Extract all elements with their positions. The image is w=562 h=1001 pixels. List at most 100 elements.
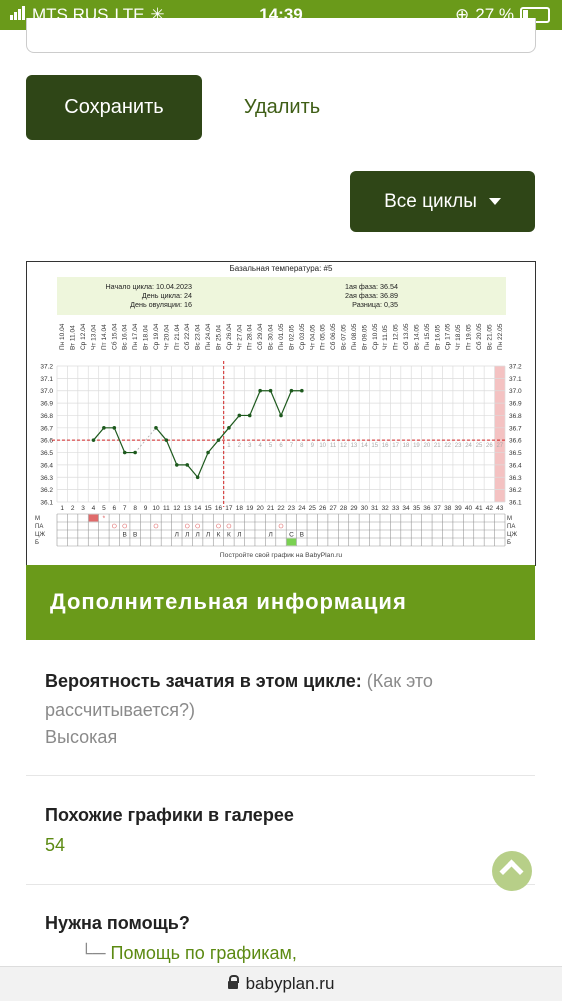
intercourse-mark xyxy=(122,523,128,529)
temperature-point xyxy=(300,388,304,393)
chart-title: Базальная температура: #5 xyxy=(230,264,333,273)
date-tick-label: Сб 13.05 xyxy=(402,323,410,350)
scroll-top-button[interactable] xyxy=(492,851,532,891)
day-number-label: 42 xyxy=(486,505,494,512)
intercourse-mark xyxy=(226,523,232,529)
day-number-label: 33 xyxy=(392,505,400,512)
delete-button[interactable]: Удалить xyxy=(222,75,342,140)
day-number-label: 22 xyxy=(277,505,285,512)
bbt-chart[interactable]: Базальная температура: #5 Начало цикла: 1… xyxy=(26,261,536,566)
day-number-label: 9 xyxy=(144,505,148,512)
post-ovulation-day-label: 8 xyxy=(300,443,304,449)
day-number-label: 32 xyxy=(382,505,390,512)
day-number-label: 31 xyxy=(371,505,379,512)
date-tick-label: Сб 29.04 xyxy=(256,323,264,350)
temperature-point xyxy=(195,475,200,480)
y-tick-label-right: 36.2 xyxy=(509,487,522,494)
intercourse-mark xyxy=(184,523,190,529)
day-number-label: 7 xyxy=(123,505,127,512)
post-ovulation-day-label: 5 xyxy=(269,443,273,449)
date-tick-label: Вт 18.04 xyxy=(143,324,150,350)
date-tick-label: Вс 14.05 xyxy=(413,324,420,350)
y-tick-label-right: 36.9 xyxy=(509,401,522,408)
intercourse-mark xyxy=(216,523,221,529)
temperature-point xyxy=(279,413,283,418)
post-ovulation-day-label: 3 xyxy=(248,443,252,449)
mucus-mark: В xyxy=(300,531,304,538)
form-card-bottom xyxy=(26,18,536,53)
day-number-label: 28 xyxy=(340,505,348,512)
post-ovulation-day-label: 26 xyxy=(486,443,493,449)
y-tick-label: 36.3 xyxy=(40,475,53,482)
day-number-label: 30 xyxy=(361,505,369,512)
help-charts-link[interactable]: Помощь по графикам, xyxy=(111,943,297,963)
temperature-point xyxy=(164,438,169,442)
mucus-mark: Л xyxy=(185,531,189,538)
post-ovulation-day-label: 1 xyxy=(227,443,231,449)
day-number-label: 1 xyxy=(60,505,64,512)
all-cycles-dropdown[interactable]: Все циклы xyxy=(350,171,535,232)
temperature-point xyxy=(175,463,179,467)
url-domain: babyplan.ru xyxy=(245,974,335,993)
mucus-mark: Л xyxy=(237,531,241,538)
mucus-mark: Л xyxy=(196,531,200,538)
day-number-label: 18 xyxy=(236,505,244,512)
day-number-label: 5 xyxy=(102,505,106,512)
date-tick-label: Пт 28.04 xyxy=(247,324,254,350)
temperature-point xyxy=(268,388,273,393)
date-tick-label: Ср 26.04 xyxy=(226,323,233,350)
temperature-point xyxy=(133,450,137,455)
post-ovulation-day-label: 7 xyxy=(290,443,294,449)
post-ovulation-day-label: 27 xyxy=(496,443,503,449)
test-mark xyxy=(286,538,297,546)
day-number-label: 4 xyxy=(92,505,96,512)
url-bar[interactable]: babyplan.ru xyxy=(0,966,562,1001)
y-tick-label-right: 37.1 xyxy=(509,376,522,383)
day-number-label: 8 xyxy=(133,505,137,512)
temperature-point xyxy=(91,438,96,442)
day-number-label: 20 xyxy=(257,505,265,512)
y-tick-label-right: 36.4 xyxy=(509,462,522,469)
day-number-label: 6 xyxy=(112,505,116,512)
temperature-point xyxy=(227,426,231,430)
y-tick-label-right: 37.2 xyxy=(509,364,522,371)
chart-info-left: День овуляции: 16 xyxy=(130,300,192,309)
date-tick-label: Чт 11.05 xyxy=(382,325,389,350)
day-number-label: 17 xyxy=(225,505,233,512)
help-link-row: └─ Помощь по графикам, xyxy=(80,943,297,964)
date-tick-label: Чт 18.05 xyxy=(455,324,462,350)
y-tick-label: 36.9 xyxy=(40,401,53,408)
post-ovulation-day-label: 20 xyxy=(424,443,431,449)
date-tick-label: Сб 22.04 xyxy=(183,323,191,350)
date-tick-label: Пт 21.04 xyxy=(174,324,181,350)
temperature-point xyxy=(112,426,117,430)
y-tick-label: 36.2 xyxy=(40,487,53,494)
mucus-mark: Л xyxy=(175,531,179,538)
row-label-right: М xyxy=(507,516,512,522)
mucus-mark: Л xyxy=(206,531,210,538)
day-number-label: 34 xyxy=(402,505,410,512)
intercourse-mark xyxy=(195,523,200,529)
date-tick-label: Ср 17.05 xyxy=(445,323,452,350)
date-tick-label: Пн 01.05 xyxy=(278,323,285,350)
row-label-right: ЦЖ xyxy=(507,532,517,538)
date-tick-label: Ср 03.05 xyxy=(299,323,306,350)
date-tick-label: Чт 20.04 xyxy=(163,324,170,350)
date-tick-label: Пт 19.05 xyxy=(466,324,473,350)
post-ovulation-day-label: 12 xyxy=(340,443,347,449)
date-tick-label: Вс 23.04 xyxy=(195,324,202,350)
day-number-label: 10 xyxy=(152,505,160,512)
save-button[interactable]: Сохранить xyxy=(26,75,202,140)
post-ovulation-day-label: 25 xyxy=(476,443,483,449)
day-number-label: 36 xyxy=(423,505,431,512)
mucus-mark: В xyxy=(123,531,127,538)
temperature-point xyxy=(216,438,221,442)
menstruation-mark xyxy=(88,514,99,522)
similar-charts-count[interactable]: 54 xyxy=(45,835,65,856)
all-cycles-label: Все циклы xyxy=(384,190,477,212)
post-ovulation-day-label: 11 xyxy=(330,443,337,449)
chart-info-left: День цикла: 24 xyxy=(142,291,192,300)
spotting-mark: * xyxy=(103,516,106,523)
post-ovulation-day-label: 2 xyxy=(238,443,242,449)
post-ovulation-day-label: 6 xyxy=(279,443,283,449)
